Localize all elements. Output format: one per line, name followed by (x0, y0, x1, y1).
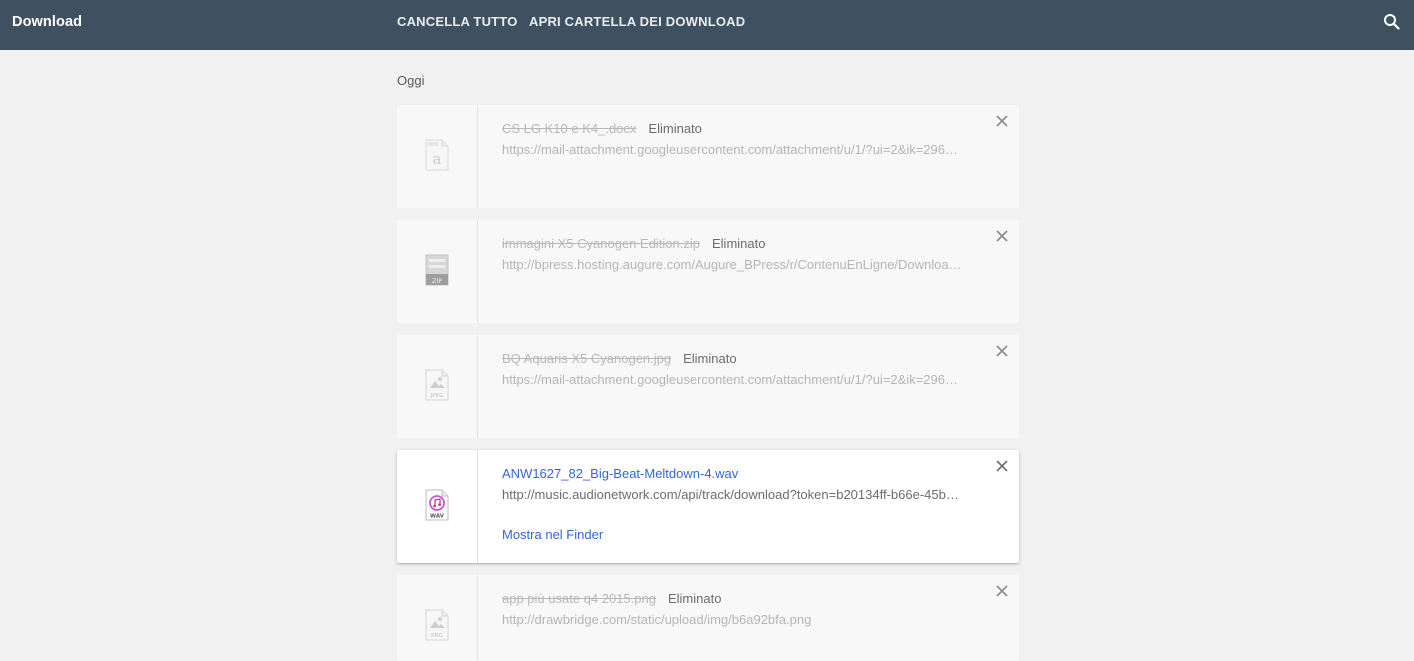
remove-from-list-icon[interactable] (995, 459, 1009, 473)
remove-from-list-icon[interactable] (995, 344, 1009, 358)
download-status: Eliminato (683, 351, 737, 366)
file-name: app più usate q4 2015.png (502, 591, 656, 606)
download-item: PNG app più usate q4 2015.png Eliminato h… (397, 575, 1019, 661)
svg-text:a: a (433, 150, 442, 168)
download-status: Eliminato (667, 591, 722, 606)
download-name-row: immagini X5 Cyanogen Edition.zip Eliminat… (502, 236, 765, 251)
search-icon[interactable] (1382, 12, 1402, 32)
source-url: http://drawbridge.com/static/upload/img/… (502, 612, 812, 627)
jpeg-icon-label: JPEG (430, 393, 444, 399)
download-item-completed: WAV ANW1627_82_Big-Beat-Meltdown-4.wav h… (397, 450, 1019, 563)
png-file-icon: PNG (425, 609, 449, 641)
source-url: http://bpress.hosting.augure.com/Augure_… (502, 257, 962, 272)
open-downloads-folder-button[interactable]: APRI CARTELLA DEI DOWNLOAD (529, 14, 745, 29)
download-status: Eliminato (712, 236, 766, 251)
toolbar: Download CANCELLA TUTTO APRI CARTELLA DE… (0, 0, 1414, 50)
remove-from-list-icon[interactable] (995, 114, 1009, 128)
file-icon-column: a (397, 105, 478, 208)
download-item: JPEG BQ Aquaris X5 Cyanogen.jpg Eliminato… (397, 335, 1019, 438)
section-title-today: Oggi (397, 73, 425, 88)
source-url: http://music.audionetwork.com/api/track/… (502, 487, 959, 502)
remove-from-list-icon[interactable] (995, 584, 1009, 598)
download-item: a CS LG K10 e K4_.docx Eliminato https://… (397, 105, 1019, 208)
png-icon-label: PNG (431, 633, 443, 639)
download-name-row: ANW1627_82_Big-Beat-Meltdown-4.wav (502, 466, 738, 481)
document-icon: a (425, 139, 449, 171)
file-icon-column: PNG (397, 575, 478, 661)
download-name-row: app più usate q4 2015.png Eliminato (502, 591, 721, 606)
file-name-link[interactable]: ANW1627_82_Big-Beat-Meltdown-4.wav (502, 466, 738, 481)
wav-file-icon: WAV (425, 489, 449, 521)
source-url: https://mail-attachment.googleuserconten… (502, 372, 958, 387)
zip-file-icon: ZIP (425, 254, 449, 286)
source-url: https://mail-attachment.googleuserconten… (502, 142, 958, 157)
remove-from-list-icon[interactable] (995, 229, 1009, 243)
file-icon-column: WAV (397, 450, 478, 563)
file-name: BQ Aquaris X5 Cyanogen.jpg (502, 351, 672, 366)
jpeg-file-icon: JPEG (425, 369, 449, 401)
file-name: immagini X5 Cyanogen Edition.zip (502, 236, 700, 251)
download-name-row: BQ Aquaris X5 Cyanogen.jpg Eliminato (502, 351, 737, 366)
download-item: ZIP immagini X5 Cyanogen Edition.zip Elim… (397, 220, 1019, 323)
file-name: CS LG K10 e K4_.docx (502, 121, 637, 136)
zip-icon-label: ZIP (432, 277, 442, 285)
file-icon-column: ZIP (397, 220, 478, 323)
page-title: Download (12, 14, 83, 30)
file-icon-column: JPEG (397, 335, 478, 438)
show-in-finder-link[interactable]: Mostra nel Finder (502, 527, 603, 542)
wav-icon-label: WAV (430, 514, 445, 520)
download-name-row: CS LG K10 e K4_.docx Eliminato (502, 121, 702, 136)
clear-all-button[interactable]: CANCELLA TUTTO (397, 14, 518, 29)
download-status: Eliminato (648, 121, 702, 136)
